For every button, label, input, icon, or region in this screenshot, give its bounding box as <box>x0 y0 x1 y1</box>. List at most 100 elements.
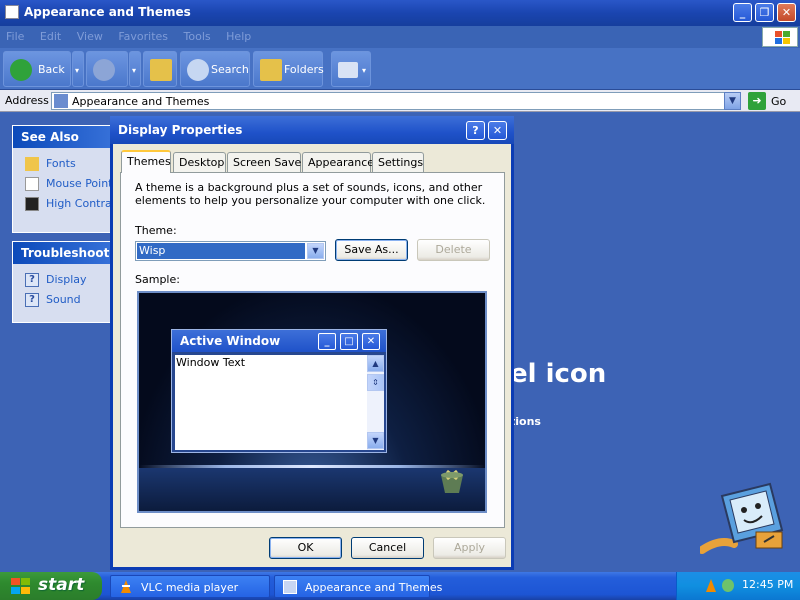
menu-file[interactable]: File <box>0 26 30 47</box>
help-icon: ? <box>25 293 39 307</box>
dialog-title-bar[interactable]: Display Properties ? ✕ <box>110 116 514 144</box>
theme-label: Theme: <box>135 224 177 237</box>
tab-desktop[interactable]: Desktop <box>173 152 226 172</box>
scroll-down-icon: ▼ <box>367 432 384 449</box>
themes-tab-panel: A theme is a background plus a set of so… <box>120 172 505 528</box>
maximize-button[interactable]: ❐ <box>755 3 774 22</box>
scroll-up-icon: ▲ <box>367 355 384 372</box>
address-label: Address <box>5 94 49 107</box>
help-icon: ? <box>25 273 39 287</box>
address-dropdown[interactable]: ▼ <box>724 92 741 110</box>
tab-screen-saver[interactable]: Screen Saver <box>227 152 306 172</box>
up-folder-button[interactable] <box>143 51 177 87</box>
tab-settings[interactable]: Settings <box>372 152 424 172</box>
go-button[interactable]: ➜ Go <box>748 92 796 110</box>
cancel-button[interactable]: Cancel <box>351 537 424 559</box>
troubleshooter-display[interactable]: ? Display <box>13 270 111 290</box>
close-button[interactable]: ✕ <box>777 3 796 22</box>
system-tray: 12:45 PM <box>676 572 800 600</box>
taskbar-item-vlc[interactable]: VLC media player <box>110 575 270 598</box>
tray-network-icon[interactable] <box>722 579 734 592</box>
sample-title-bar: Active Window _ □ ✕ <box>172 330 386 352</box>
delete-button[interactable]: Delete <box>417 239 490 261</box>
pick-task-heading: tions <box>510 415 541 428</box>
clock: 12:45 PM <box>742 578 794 591</box>
troubleshooters-panel: Troubleshooters ? Display ? Sound <box>12 241 131 323</box>
see-also-panel: See Also Fonts Mouse Pointers High Contr… <box>12 125 112 233</box>
forward-arrow-icon <box>93 59 115 81</box>
folder-icon <box>5 5 19 19</box>
forward-dropdown[interactable]: ▾ <box>129 51 141 87</box>
ok-button[interactable]: OK <box>269 537 342 559</box>
theme-selected-value: Wisp <box>137 243 305 259</box>
windows-flag-icon <box>10 578 32 595</box>
forward-button[interactable] <box>86 51 128 87</box>
up-folder-icon <box>150 59 172 81</box>
go-arrow-icon: ➜ <box>748 92 766 110</box>
search-button[interactable]: Search <box>180 51 250 87</box>
themes-description: A theme is a background plus a set of so… <box>135 181 486 207</box>
sample-minimize-icon: _ <box>318 333 336 350</box>
control-panel-icon <box>283 580 297 594</box>
sample-label: Sample: <box>135 273 180 286</box>
see-also-fonts[interactable]: Fonts <box>13 154 111 174</box>
tray-vlc-icon[interactable] <box>705 579 717 592</box>
chevron-down-icon[interactable]: ▼ <box>307 243 324 259</box>
views-button[interactable]: ▾ <box>331 51 371 87</box>
recycle-bin-icon <box>441 469 463 493</box>
views-icon <box>338 62 358 78</box>
sample-scrollbar: ▲ ⇕ ▼ <box>367 355 384 450</box>
save-as-button[interactable]: Save As... <box>335 239 408 261</box>
fonts-folder-icon <box>25 157 39 171</box>
display-properties-dialog: Display Properties ? ✕ Themes Desktop Sc… <box>110 116 514 570</box>
pick-control-panel-icon-heading: el icon <box>510 359 607 389</box>
address-input[interactable]: Appearance and Themes <box>51 92 741 110</box>
troubleshooter-sound[interactable]: ? Sound <box>13 290 111 310</box>
sample-close-icon: ✕ <box>362 333 380 350</box>
toolbar: Back ▾ ▾ Search Folders ▾ <box>0 48 800 90</box>
tab-themes[interactable]: Themes <box>121 150 171 173</box>
see-also-high-contrast[interactable]: High Contrast <box>13 194 111 214</box>
control-panel-icon <box>54 94 68 108</box>
address-value: Appearance and Themes <box>72 95 210 108</box>
menu-tools[interactable]: Tools <box>178 26 217 47</box>
tab-appearance[interactable]: Appearance <box>302 152 374 172</box>
minimize-button[interactable]: _ <box>733 3 752 22</box>
search-icon <box>187 59 209 81</box>
sample-window-body: Window Text <box>175 355 367 450</box>
folders-button[interactable]: Folders <box>253 51 324 87</box>
menu-help[interactable]: Help <box>220 26 257 47</box>
menu-bar: File Edit View Favorites Tools Help <box>0 26 800 48</box>
back-arrow-icon <box>10 59 32 81</box>
see-also-header[interactable]: See Also <box>13 126 111 148</box>
theme-select[interactable]: Wisp ▼ <box>135 241 326 261</box>
start-button[interactable]: start <box>0 572 102 600</box>
high-contrast-icon <box>25 197 39 211</box>
menu-favorites[interactable]: Favorites <box>112 26 174 47</box>
folders-icon <box>260 59 282 81</box>
theme-sample-preview: Active Window _ □ ✕ Window Text ▲ ⇕ ▼ <box>137 291 487 513</box>
back-button[interactable]: Back <box>3 51 71 87</box>
vlc-cone-icon <box>121 580 131 593</box>
taskbar-item-appearance-themes[interactable]: Appearance and Themes <box>274 575 442 598</box>
sample-active-window: Active Window _ □ ✕ Window Text ▲ ⇕ ▼ <box>171 329 387 453</box>
sample-window-title: Active Window <box>180 334 281 348</box>
start-label: start <box>38 575 85 595</box>
assistant-character-icon <box>700 482 784 554</box>
back-dropdown[interactable]: ▾ <box>72 51 84 87</box>
sample-maximize-icon: □ <box>340 333 358 350</box>
dialog-close-button[interactable]: ✕ <box>488 121 507 140</box>
scroll-thumb: ⇕ <box>367 374 384 391</box>
mouse-pointer-icon <box>25 177 39 191</box>
apply-button[interactable]: Apply <box>433 537 506 559</box>
windows-logo <box>762 27 798 47</box>
see-also-mouse-pointers[interactable]: Mouse Pointers <box>13 174 111 194</box>
sample-window-text: Window Text <box>176 356 246 369</box>
explorer-title: Appearance and Themes <box>24 5 191 19</box>
menu-view[interactable]: View <box>71 26 109 47</box>
explorer-title-bar[interactable]: Appearance and Themes _ ❐ ✕ <box>0 0 800 26</box>
help-button[interactable]: ? <box>466 121 485 140</box>
taskbar: start VLC media player Appearance and Th… <box>0 572 800 600</box>
menu-edit[interactable]: Edit <box>34 26 67 47</box>
troubleshooters-header[interactable]: Troubleshooters <box>13 242 131 264</box>
